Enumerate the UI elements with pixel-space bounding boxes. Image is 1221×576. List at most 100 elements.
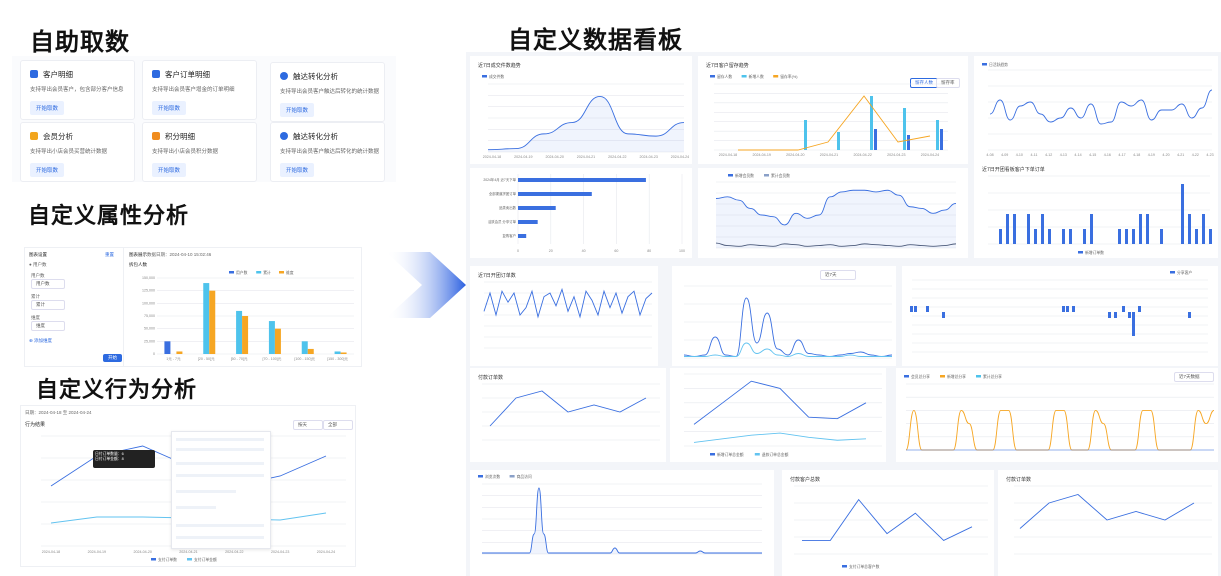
x-tick-label: 4-10 <box>1016 153 1023 157</box>
flow-arrow-icon <box>386 252 466 318</box>
start-button[interactable]: 开始取数 <box>30 163 65 177</box>
card-title: 触达转化分析 <box>293 72 338 81</box>
legend-swatch <box>1078 251 1083 254</box>
filter-popover[interactable] <box>171 431 271 549</box>
bar <box>1062 229 1065 244</box>
bar <box>268 321 275 354</box>
card-reach-conversion-2[interactable]: 触达转化分析 支持导出会员客户触达后转化的统计数据 开始取数 <box>270 122 385 182</box>
dashboard-board: 近7日成交件数趋势 成交件数 2024-04-18 2024-04-19 2024-0… <box>466 52 1221 576</box>
x-tick-label: [70 - 100]元 <box>263 357 282 361</box>
panel-open-orders: 近7日开团订单数 <box>470 266 658 366</box>
spike-line-2 <box>683 342 892 357</box>
panel-sales-trend: 近7日成交件数趋势 成交件数 2024-04-18 2024-04-19 2024-0… <box>470 56 692 164</box>
x-tick-label: 2024-04-20 <box>545 155 563 159</box>
bar <box>340 352 347 354</box>
card-title: 积分明细 <box>165 132 195 141</box>
bar <box>926 306 929 312</box>
x-tick-label: 2024-04-20 <box>133 550 151 554</box>
bar <box>804 120 807 150</box>
panel-group-orders: 近7日开团看板客户下单订单 新增订单数 <box>974 160 1218 258</box>
chart-icon <box>280 72 288 80</box>
panel-order-amount: 新增订单总金额 退款订单总金额 <box>670 368 886 462</box>
paying-customers-chart: 支付订单总客户数 <box>794 485 988 569</box>
legend-swatch <box>187 558 192 561</box>
start-button[interactable]: 开始取数 <box>280 103 315 117</box>
x-tick-label: 2024-04-19 <box>514 155 532 159</box>
spike-line-1 <box>683 297 893 357</box>
member-share-chart: 会员总分享 新增总分享 累计总分享 <box>904 374 1215 451</box>
rate-line <box>738 95 931 151</box>
daily-active-chart: 日活跃趋势 4-08 4-09 4-10 4-11 4-12 4-13 4-14 4-15 4-1… <box>982 62 1214 157</box>
bar <box>1209 229 1212 244</box>
x-tick-label: 4-17 <box>1118 153 1125 157</box>
panel-member-area: 新增会员数 累计会员数 <box>698 168 968 258</box>
y-tick-label: 75,000 <box>144 314 155 318</box>
x-tick-label: 80 <box>647 249 651 253</box>
panel-horizontal-bars: 0 20 40 60 80 100 2024年4月 近7天下单 全部渠道拼团订单 品类卖出数 活跃… <box>470 168 692 258</box>
card-customer-detail[interactable]: 客户明细 支持导出会员客户，包含部分客户信息 开始取数 <box>20 60 135 120</box>
bar <box>164 341 171 354</box>
start-button[interactable]: 开始取数 <box>152 101 187 115</box>
legend-swatch <box>229 271 234 274</box>
run-button[interactable]: 开始 <box>103 354 122 362</box>
y-category-label: 活跃会员 分享订单 <box>488 219 517 224</box>
bar <box>1139 214 1142 244</box>
legend-swatch <box>728 174 733 177</box>
bar <box>914 306 917 312</box>
open-orders-chart <box>483 281 653 349</box>
chart-settings-sidebar: 图表设置 重置 ● 用户数 用户数 用户数 累计 累计 维度 维度 ⊕ 添加维度… <box>25 248 124 366</box>
legend-swatch <box>764 174 769 177</box>
bar <box>1027 214 1030 244</box>
bar <box>1072 306 1075 312</box>
bar <box>907 135 910 150</box>
field-select[interactable]: 累计 <box>31 300 65 310</box>
field-select[interactable]: 维度 <box>31 321 65 331</box>
reset-button[interactable]: 重置 <box>105 252 114 258</box>
radio-icon[interactable]: ● 用户数 <box>29 262 46 268</box>
chart-icon <box>280 132 288 140</box>
sales-line-area <box>488 96 684 152</box>
x-tick-label: 4-20 <box>1162 153 1169 157</box>
dashboard-heading: 自定义数据看板 <box>508 26 683 54</box>
y-tick-label: 25,000 <box>144 339 155 343</box>
card-reach-conversion[interactable]: 触达转化分析 支持导出会员客户触达后转化的统计数据 开始取数 <box>270 62 385 122</box>
card-order-detail[interactable]: 客户订单明细 支持导出会员客户增金的订单明细 开始取数 <box>142 60 257 120</box>
share-bar-chart: 分享客户 <box>910 270 1208 353</box>
y-tick-label: 100,000 <box>142 301 155 305</box>
start-button[interactable]: 开始取数 <box>280 163 315 177</box>
bar <box>236 310 243 354</box>
start-button[interactable]: 开始取数 <box>30 101 65 115</box>
x-tick-label: 20 <box>549 249 553 253</box>
start-button[interactable]: 开始取数 <box>152 163 187 177</box>
behavior-analysis-panel: 日期：2024-04-18 至 2024-04-24 行为结果 按天 全部 20… <box>20 405 356 567</box>
spike-line-chart <box>683 285 893 359</box>
x-tick-label: 2024-04-18 <box>42 550 60 554</box>
bar <box>874 129 877 150</box>
bar <box>1090 214 1093 244</box>
panel-retention: 近7日客户留存趋势 留存人数 留存率 留存人数 新增人数 留存率(%) 2024-04… <box>698 56 968 164</box>
sales-trend-chart: 成交件数 2024-04-18 2024-04-19 2024-04-20 2024-0… <box>482 74 689 159</box>
retention-chart: 留存人数 新增人数 留存率(%) 2024-04-18 2024-04-19 2024-0… <box>710 74 948 157</box>
legend-label: 累计会员数 <box>771 173 790 178</box>
add-dimension-link[interactable]: ⊕ 添加维度 <box>29 338 52 344</box>
legend-swatch <box>710 453 715 456</box>
attribute-analysis-heading: 自定义属性分析 <box>28 204 190 229</box>
bar <box>1122 306 1125 312</box>
bar <box>203 283 210 354</box>
bar <box>1034 229 1037 244</box>
field-select[interactable]: 用户数 <box>31 279 65 289</box>
legend-label: 分享客户 <box>1177 270 1192 275</box>
bar <box>1041 214 1044 244</box>
x-tick-label: 4-11 <box>1031 153 1038 157</box>
x-tick-label: 2024-04-23 <box>639 155 657 159</box>
x-tick-label: 4-13 <box>1060 153 1067 157</box>
order-amount-chart: 新增订单总金额 退款订单总金额 <box>684 373 882 457</box>
bar <box>1128 312 1131 318</box>
legend-swatch <box>279 271 284 274</box>
card-member-analysis[interactable]: 会员分析 支持导出小店会员买营统计数据 开始取数 <box>20 122 135 182</box>
card-points-detail[interactable]: 积分明细 支持导出小店会员积分数据 开始取数 <box>142 122 257 182</box>
x-tick-label: [150 - 300]元 <box>327 357 348 361</box>
panel-spike-lines: 近7天 <box>672 266 896 366</box>
bar <box>903 108 906 150</box>
bar <box>1066 306 1069 312</box>
